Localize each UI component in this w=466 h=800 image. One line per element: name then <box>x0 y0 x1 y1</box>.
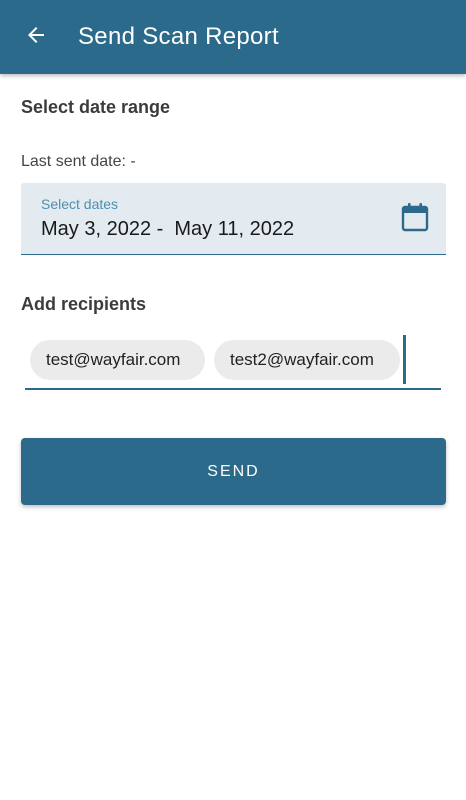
recipients-heading: Add recipients <box>21 294 147 314</box>
date-field-label: Select dates <box>41 196 119 212</box>
recipient-chip[interactable]: test2@wayfair.com <box>214 340 400 380</box>
arrow-left-icon <box>24 23 48 52</box>
app-bar: Send Scan Report <box>0 0 466 74</box>
calendar-button[interactable] <box>400 202 430 237</box>
page-title: Send Scan Report <box>78 23 279 50</box>
back-button[interactable] <box>16 19 56 55</box>
recipient-chip[interactable]: test@wayfair.com <box>30 340 205 380</box>
text-cursor <box>403 335 406 384</box>
send-scan-report-screen: Send Scan Report Select date range Last … <box>0 0 466 800</box>
recipients-input[interactable]: test@wayfair.com test2@wayfair.com <box>25 333 441 390</box>
date-field-value: May 3, 2022 - May 11, 2022 <box>41 218 295 240</box>
date-range-field[interactable]: Select dates May 3, 2022 - May 11, 2022 <box>21 183 446 255</box>
calendar-icon <box>401 202 429 237</box>
date-range-heading: Select date range <box>21 97 171 117</box>
last-sent-date: Last sent date: - <box>21 153 136 170</box>
send-button[interactable]: SEND <box>21 438 446 505</box>
